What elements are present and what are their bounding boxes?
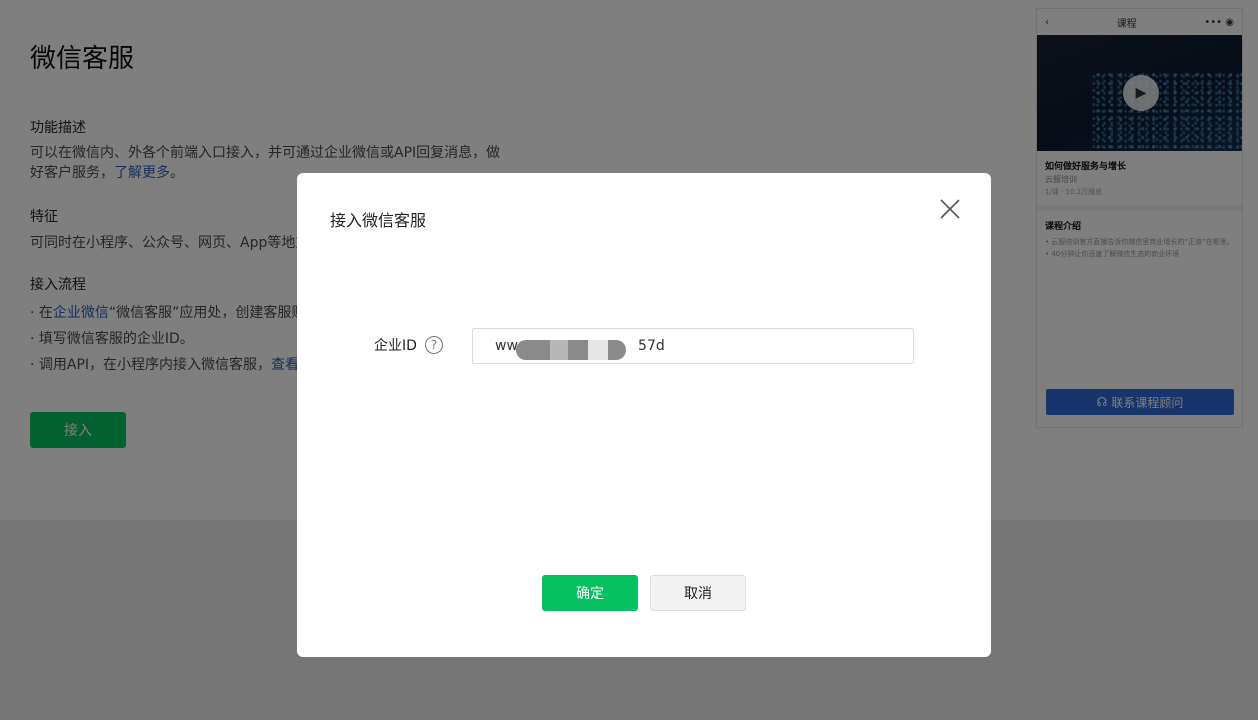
help-icon[interactable]: ? xyxy=(424,336,443,354)
cancel-button[interactable]: 取消 xyxy=(650,575,746,611)
modal-title: 接入微信客服 xyxy=(330,211,427,230)
close-icon[interactable] xyxy=(938,197,962,221)
corp-id-label-row: 企业ID ? xyxy=(374,335,443,355)
corp-id-input[interactable] xyxy=(472,328,914,364)
corp-id-label: 企业ID xyxy=(374,338,417,354)
access-modal: 接入微信客服 企业ID ? 确定 取消 xyxy=(297,173,991,657)
confirm-button[interactable]: 确定 xyxy=(542,575,638,611)
